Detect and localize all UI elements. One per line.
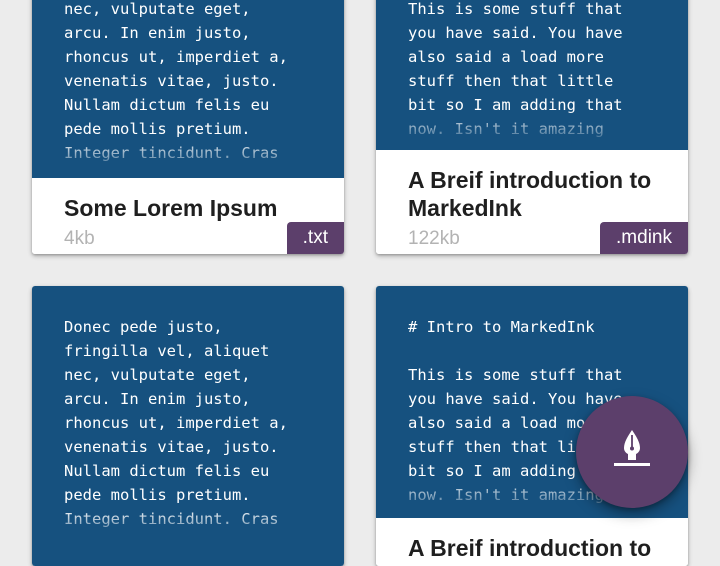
- new-document-button[interactable]: [576, 396, 688, 508]
- file-preview: This is some stuff that you have said. Y…: [376, 0, 688, 150]
- file-extension-badge: .mdink: [600, 222, 688, 254]
- preview-fade: [32, 138, 344, 178]
- file-preview: Donec pede justo, fringilla vel, aliquet…: [32, 286, 344, 566]
- file-browser-screen: { "files": [ { "preview": "nec, vulputat…: [0, 0, 720, 566]
- file-title: A Breif introduction to MarkedInk: [408, 535, 652, 566]
- file-size: 122kb: [408, 228, 460, 249]
- file-size: 4kb: [64, 228, 95, 249]
- preview-fade: [32, 508, 344, 548]
- file-card-footer: Some Lorem Ipsum 4kb .txt: [32, 178, 344, 254]
- file-title: A Breif introduction to MarkedInk: [408, 167, 652, 221]
- file-card[interactable]: nec, vulputate eget, arcu. In enim justo…: [32, 0, 344, 254]
- pen-nib-icon: [614, 430, 650, 466]
- file-title: Some Lorem Ipsum: [64, 195, 278, 221]
- file-card[interactable]: This is some stuff that you have said. Y…: [376, 0, 688, 254]
- preview-fade: [376, 110, 688, 150]
- file-extension-badge: .txt: [286, 222, 344, 254]
- file-preview-text: Donec pede justo, fringilla vel, aliquet…: [64, 318, 288, 528]
- file-card-footer: A Breif introduction to MarkedInk 122kb …: [376, 150, 688, 254]
- file-card[interactable]: Donec pede justo, fringilla vel, aliquet…: [32, 286, 344, 566]
- file-preview: nec, vulputate eget, arcu. In enim justo…: [32, 0, 344, 178]
- file-card-footer: A Breif introduction to MarkedInk: [376, 518, 688, 566]
